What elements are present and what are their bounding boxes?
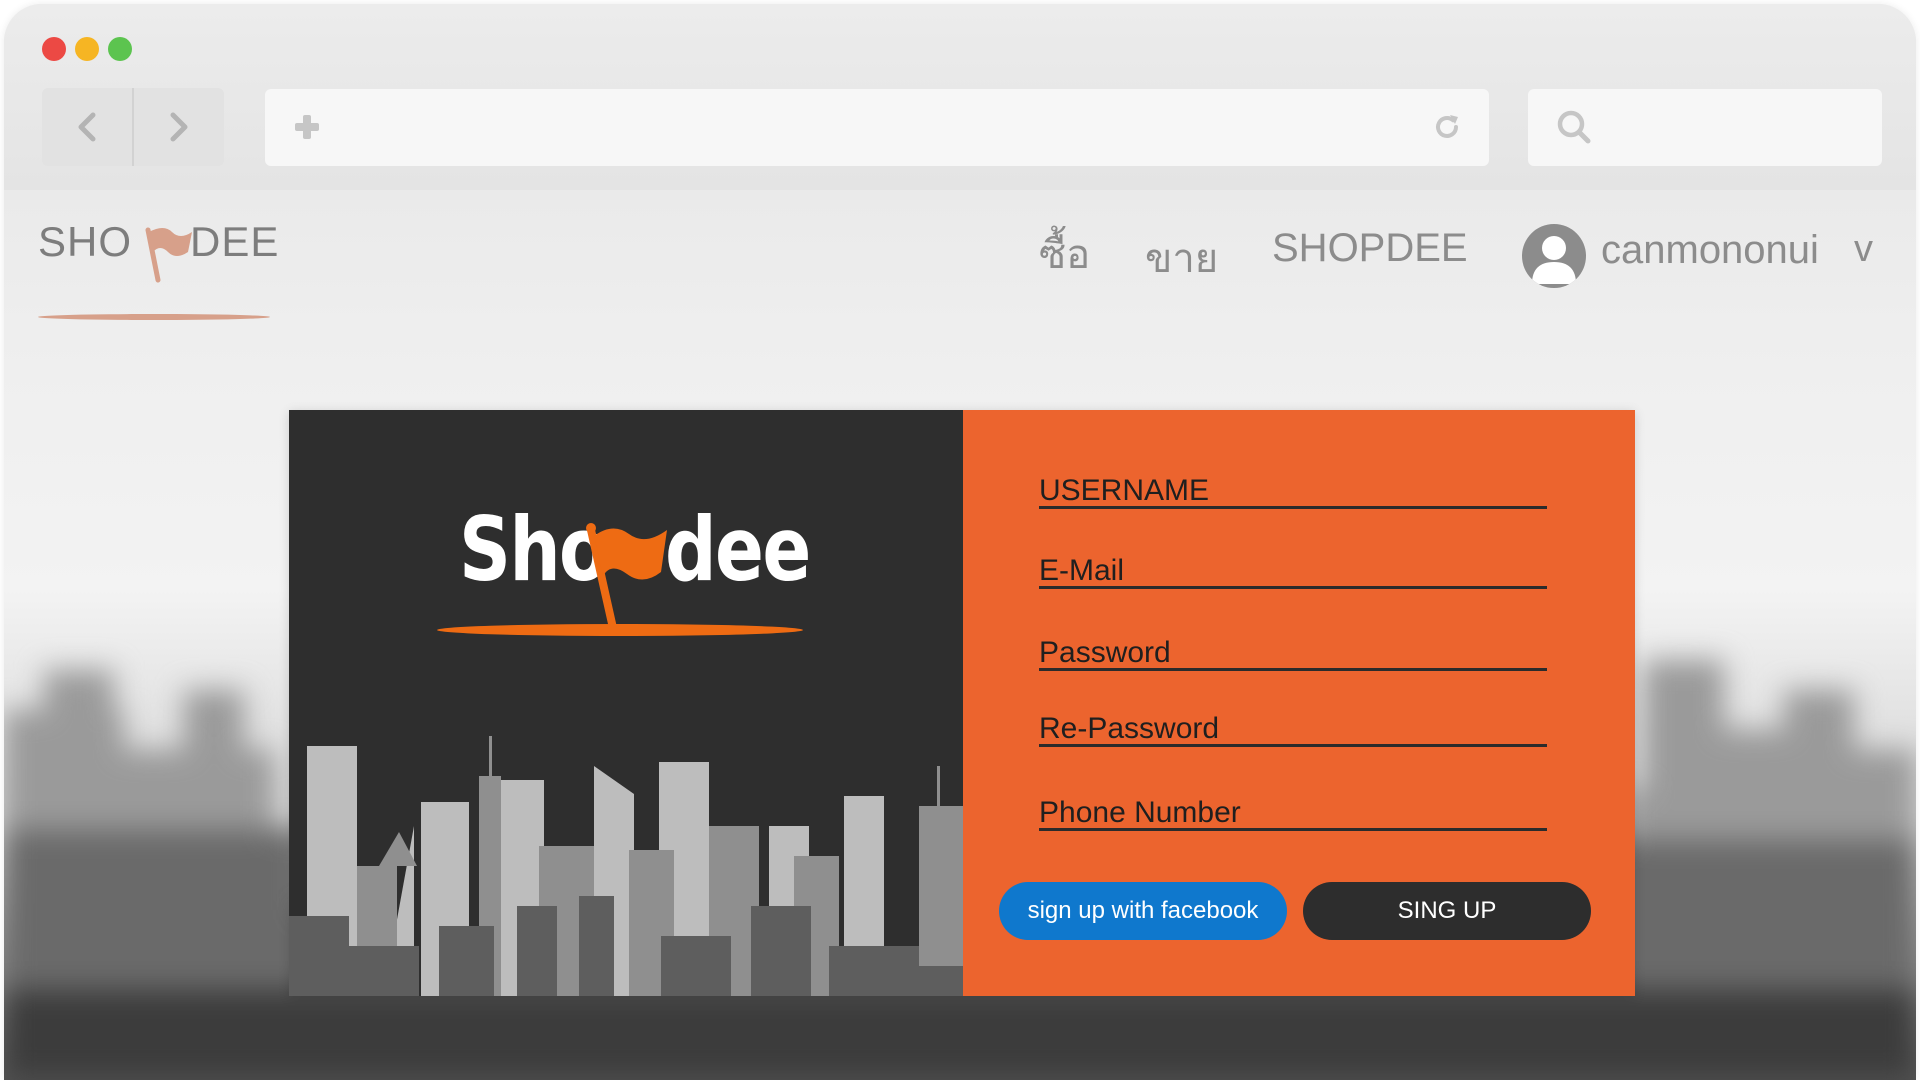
- reload-icon[interactable]: [1431, 111, 1463, 143]
- user-menu-dropdown[interactable]: v: [1854, 228, 1873, 271]
- site-logo-text-right: DEE: [190, 218, 280, 265]
- flag-icon: [145, 227, 192, 283]
- page-viewport: SHO DEE ซื้อ ขาย SHOPDEE canmononui v Sh…: [4, 190, 1916, 1080]
- password-field[interactable]: Password: [1039, 628, 1547, 671]
- username-label[interactable]: canmononui: [1601, 228, 1819, 273]
- browser-search-bar[interactable]: [1528, 89, 1882, 166]
- facebook-signup-button[interactable]: sign up with facebook: [999, 882, 1287, 940]
- browser-toolbar: [4, 4, 1916, 190]
- site-logo[interactable]: SHO DEE: [38, 218, 278, 320]
- address-bar[interactable]: [265, 89, 1489, 166]
- repassword-label: Re-Password: [1039, 712, 1220, 745]
- history-navigation: [42, 88, 224, 166]
- signup-form-panel: USERNAME E-Mail Password Re-Password Pho…: [963, 410, 1635, 996]
- phone-number-field[interactable]: Phone Number: [1039, 788, 1547, 831]
- nav-link-shopdee[interactable]: SHOPDEE: [1272, 226, 1468, 271]
- brand-panel: Sho dee: [289, 410, 963, 996]
- repassword-field[interactable]: Re-Password: [1039, 704, 1547, 747]
- minimize-window-button[interactable]: [75, 37, 99, 61]
- city-skyline-illustration: [289, 736, 963, 996]
- signup-card: Sho dee USERNAME E-Mail Password Re-Pass…: [289, 410, 1635, 996]
- user-icon: [1532, 236, 1576, 284]
- browser-window: SHO DEE ซื้อ ขาย SHOPDEE canmononui v Sh…: [4, 4, 1916, 1080]
- close-window-button[interactable]: [42, 37, 66, 61]
- search-icon: [1557, 110, 1591, 144]
- site-logo-underline: [38, 314, 270, 320]
- maximize-window-button[interactable]: [108, 37, 132, 61]
- password-label: Password: [1039, 636, 1171, 669]
- email-field[interactable]: E-Mail: [1039, 546, 1547, 589]
- brand-logo-text-right: dee: [665, 498, 811, 601]
- username-label: USERNAME: [1039, 474, 1210, 507]
- phone-number-label: Phone Number: [1039, 796, 1241, 829]
- back-button[interactable]: [42, 88, 132, 166]
- forward-button[interactable]: [132, 88, 224, 166]
- nav-link-sell[interactable]: ขาย: [1145, 226, 1218, 290]
- brand-logo-underline: [437, 624, 803, 636]
- chevron-right-icon: [170, 112, 188, 142]
- plus-icon[interactable]: [291, 111, 323, 143]
- chevron-left-icon: [78, 112, 96, 142]
- username-field[interactable]: USERNAME: [1039, 466, 1547, 509]
- flag-icon: [586, 523, 667, 632]
- avatar[interactable]: [1522, 224, 1586, 288]
- nav-link-buy[interactable]: ซื้อ: [1039, 222, 1090, 286]
- signup-button[interactable]: SING UP: [1303, 882, 1591, 940]
- site-logo-text-left: SHO: [38, 218, 133, 265]
- email-label: E-Mail: [1039, 554, 1125, 587]
